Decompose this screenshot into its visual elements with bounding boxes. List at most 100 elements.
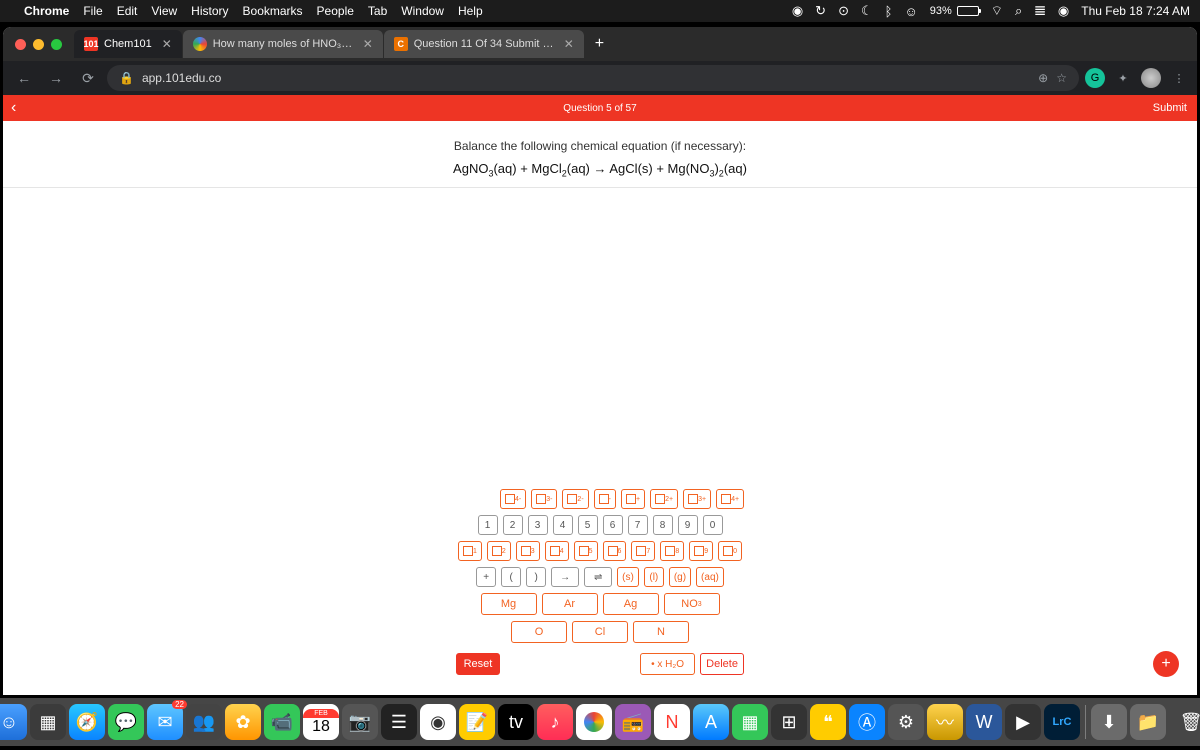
key-3[interactable]: 3 <box>528 515 548 535</box>
battery-status[interactable]: 93% <box>930 5 979 17</box>
grammarly-menubar-icon[interactable]: ◉ <box>792 3 803 19</box>
key-5[interactable]: 5 <box>578 515 598 535</box>
key-charge-plus3[interactable]: 3+ <box>683 489 711 509</box>
menu-window[interactable]: Window <box>401 4 444 18</box>
control-center-icon[interactable]: 𝌆 <box>1034 3 1046 19</box>
key-sub3[interactable]: 3 <box>516 541 540 561</box>
key-plus[interactable]: + <box>476 567 496 587</box>
reminders-icon[interactable]: ☰ <box>381 704 417 740</box>
url-field[interactable]: 🔒 app.101edu.co ⊕ ☆ <box>107 65 1079 91</box>
chrome-menu-icon[interactable]: ⋮ <box>1169 68 1189 88</box>
key-mg[interactable]: Mg <box>481 593 537 615</box>
tab-chegg[interactable]: C Question 11 Of 34 Submit Balan ✕ <box>384 30 584 58</box>
photobooth-icon[interactable]: 📷 <box>342 704 378 740</box>
key-charge-minus4[interactable]: 4- <box>500 489 526 509</box>
sync-icon[interactable]: ↻ <box>815 3 826 19</box>
key-n[interactable]: N <box>633 621 689 643</box>
key-sub6[interactable]: 6 <box>603 541 627 561</box>
quicktime-icon[interactable]: ▶ <box>1005 704 1041 740</box>
siri-icon[interactable]: ◉ <box>1058 3 1069 19</box>
key-sub1[interactable]: 1 <box>458 541 482 561</box>
key-ar[interactable]: Ar <box>542 593 598 615</box>
voice-memos-icon[interactable]: 〰 <box>927 704 963 740</box>
music-icon[interactable]: ♪ <box>537 704 573 740</box>
search-in-page-icon[interactable]: ⊕ <box>1038 71 1048 85</box>
podcasts-icon[interactable]: 📻 <box>615 704 651 740</box>
key-2[interactable]: 2 <box>503 515 523 535</box>
help-fab-button[interactable]: + <box>1153 651 1179 677</box>
minimize-window-button[interactable] <box>33 39 44 50</box>
close-tab-icon[interactable]: ✕ <box>162 37 172 51</box>
key-sub4[interactable]: 4 <box>545 541 569 561</box>
key-charge-plus4[interactable]: 4+ <box>716 489 744 509</box>
key-sub7[interactable]: 7 <box>631 541 655 561</box>
menu-people[interactable]: People <box>317 4 354 18</box>
tab-chem101[interactable]: 101 Chem101 ✕ <box>74 30 182 58</box>
messages-icon[interactable]: 💬 <box>108 704 144 740</box>
chrome-dock-icon[interactable]: ◉ <box>420 704 456 740</box>
notes-icon[interactable]: 📝 <box>459 704 495 740</box>
tab-google-search[interactable]: How many moles of HNO₃ will b ✕ <box>183 30 383 58</box>
menu-help[interactable]: Help <box>458 4 483 18</box>
forward-button[interactable]: → <box>43 65 69 91</box>
contacts-icon[interactable]: 👥 <box>186 704 222 740</box>
extensions-puzzle-icon[interactable]: ✦ <box>1113 68 1133 88</box>
key-no3[interactable]: NO3 <box>664 593 720 615</box>
key-1[interactable]: 1 <box>478 515 498 535</box>
trash-icon[interactable]: 🗑 <box>1173 704 1200 740</box>
menu-bookmarks[interactable]: Bookmarks <box>243 4 303 18</box>
key-state-s[interactable]: (s) <box>617 567 639 587</box>
record-icon[interactable]: ⊙ <box>838 3 849 19</box>
key-0[interactable]: 0 <box>703 515 723 535</box>
delete-button[interactable]: Delete <box>700 653 744 675</box>
key-charge-minus2[interactable]: 2- <box>562 489 588 509</box>
key-rparen[interactable]: ) <box>526 567 546 587</box>
menu-tab[interactable]: Tab <box>368 4 387 18</box>
spotlight-icon[interactable]: ⌕ <box>1015 3 1022 19</box>
appstore-icon[interactable]: A <box>693 704 729 740</box>
key-charge-minus3[interactable]: 3- <box>531 489 557 509</box>
appletv-icon[interactable]: tv <box>498 704 534 740</box>
key-sub0[interactable]: 0 <box>718 541 742 561</box>
key-charge-plus[interactable]: + <box>621 489 645 509</box>
key-cl[interactable]: Cl <box>572 621 628 643</box>
question-back-icon[interactable]: ‹ <box>11 99 16 117</box>
key-8[interactable]: 8 <box>653 515 673 535</box>
key-hydrate[interactable]: • x H₂O <box>640 653 695 675</box>
key-6[interactable]: 6 <box>603 515 623 535</box>
app-store-icon[interactable]: Ⓐ <box>849 704 885 740</box>
bluetooth-icon[interactable]: ᛒ <box>885 4 893 19</box>
key-sub5[interactable]: 5 <box>574 541 598 561</box>
key-state-l[interactable]: (l) <box>644 567 664 587</box>
close-tab-icon[interactable]: ✕ <box>363 37 373 51</box>
new-tab-button[interactable]: + <box>585 35 614 53</box>
key-4[interactable]: 4 <box>553 515 573 535</box>
calendar-icon[interactable]: FEB 18 <box>303 704 339 740</box>
key-o[interactable]: O <box>511 621 567 643</box>
key-7[interactable]: 7 <box>628 515 648 535</box>
key-equilibrium[interactable]: ⇌ <box>584 567 612 587</box>
reset-button[interactable]: Reset <box>456 653 500 675</box>
reload-button[interactable]: ⟳ <box>75 65 101 91</box>
back-button[interactable]: ← <box>11 65 37 91</box>
key-sub9[interactable]: 9 <box>689 541 713 561</box>
finder-icon[interactable]: ☺ <box>0 704 27 740</box>
menu-view[interactable]: View <box>151 4 177 18</box>
key-state-aq[interactable]: (aq) <box>696 567 724 587</box>
app-name[interactable]: Chrome <box>24 4 69 18</box>
mail-icon[interactable]: ✉ 22 <box>147 704 183 740</box>
clock[interactable]: Thu Feb 18 7:24 AM <box>1081 4 1190 18</box>
word-icon[interactable]: W <box>966 704 1002 740</box>
folder-icon[interactable]: 📁 <box>1130 704 1166 740</box>
key-sub2[interactable]: 2 <box>487 541 511 561</box>
key-sub8[interactable]: 8 <box>660 541 684 561</box>
menu-file[interactable]: File <box>83 4 102 18</box>
key-ag[interactable]: Ag <box>603 593 659 615</box>
grammarly-extension-icon[interactable]: G <box>1085 68 1105 88</box>
menu-history[interactable]: History <box>191 4 228 18</box>
close-tab-icon[interactable]: ✕ <box>564 37 574 51</box>
moon-icon[interactable]: ☾ <box>861 3 873 19</box>
calculator-icon[interactable]: ⊞ <box>771 704 807 740</box>
launchpad-icon[interactable]: ▦ <box>30 704 66 740</box>
key-state-g[interactable]: (g) <box>669 567 691 587</box>
